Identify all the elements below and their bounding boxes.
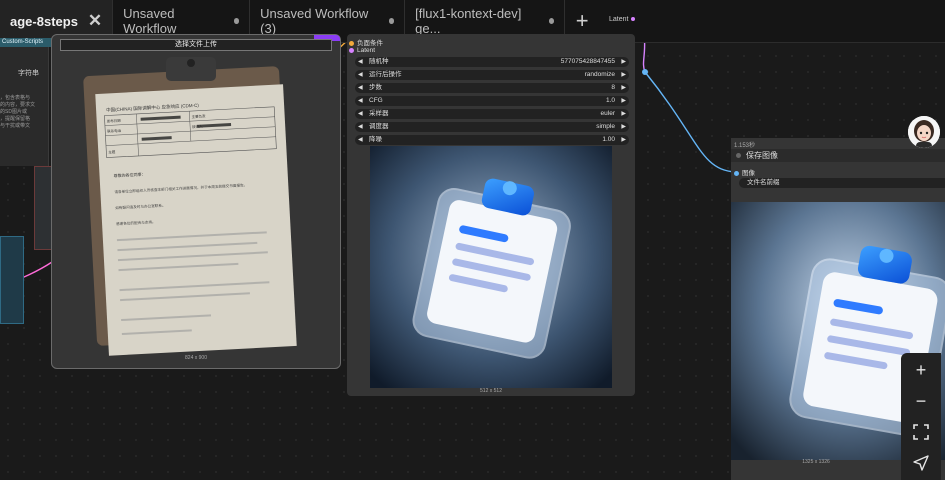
image-size-caption: 824 x 900	[185, 355, 207, 361]
decrement-arrow-icon[interactable]: ◀	[358, 135, 363, 145]
latent-output-label: Latent	[609, 16, 636, 23]
unsaved-dot-icon	[233, 18, 240, 24]
doc-row-label: 主要负责	[191, 113, 206, 119]
doc-row-label: 主题	[108, 149, 116, 154]
decrement-arrow-icon[interactable]: ◀	[358, 57, 363, 67]
text-node-partial[interactable]: Custom-Scripts 字符串 ，包含表格与 的内容，要求文 的SD图片或…	[0, 38, 58, 166]
doc-row-label: 联系电话	[107, 128, 122, 134]
prompt-line: 的内容，要求文	[0, 102, 36, 108]
input-latent[interactable]: Latent	[349, 47, 375, 54]
node-title: 保存图像	[746, 151, 778, 160]
latent-output-dot[interactable]	[631, 17, 636, 21]
widget-label: 随机种	[369, 58, 389, 65]
increment-arrow-icon[interactable]: ▶	[621, 83, 626, 93]
increment-arrow-icon[interactable]: ▶	[621, 96, 626, 106]
wire-reroute-dot[interactable]	[642, 69, 648, 75]
zoom-in-button[interactable]: +	[901, 355, 941, 385]
canvas-toolbar: + −	[901, 353, 941, 480]
node-title-bar[interactable]: 保存图像	[731, 149, 945, 162]
increment-arrow-icon[interactable]: ▶	[621, 70, 626, 80]
widget-value: euler	[600, 110, 615, 117]
ksampler-node[interactable]: 负面条件 Latent ◀ 随机种 577075428847455 ▶ ◀ 运行后操作 r…	[347, 34, 635, 396]
user-avatar[interactable]	[908, 116, 940, 148]
close-icon[interactable]: ✕	[88, 11, 102, 31]
unsaved-dot-icon	[548, 18, 555, 24]
denoise-widget[interactable]: ◀ 降噪 1.00 ▶	[355, 135, 629, 145]
locate-button[interactable]	[901, 448, 941, 478]
sampler-name-widget[interactable]: ◀ 采样器 euler ▶	[355, 109, 629, 119]
collapse-dot-icon[interactable]	[736, 153, 741, 159]
decrement-arrow-icon[interactable]: ◀	[358, 70, 363, 80]
widget-value: randomize	[584, 71, 615, 78]
scheduler-widget[interactable]: ◀ 调度器 simple ▶	[355, 122, 629, 132]
input-negative[interactable]: 负面条件	[349, 37, 383, 47]
prompt-line: ，提醒保留格	[0, 116, 31, 122]
prompt-line: 与干扰或带文	[0, 123, 31, 129]
cfg-widget[interactable]: ◀ CFG 1.0 ▶	[355, 96, 629, 106]
input-label: 负面条件	[357, 40, 383, 47]
prompt-line: 的SD图片或	[0, 109, 27, 115]
increment-arrow-icon[interactable]: ▶	[621, 122, 626, 132]
fit-view-icon	[913, 424, 929, 440]
steps-widget[interactable]: ◀ 步数 8 ▶	[355, 83, 629, 93]
fit-view-button[interactable]	[901, 417, 941, 447]
image-size-caption: 512 x 512	[480, 388, 502, 394]
load-image-node[interactable]: 选择文件上传 中国(CHINA) 国际调解中心 应急响应 (CDM-C) 发布日…	[51, 34, 341, 369]
decrement-arrow-icon[interactable]: ◀	[358, 83, 363, 93]
tab-label: age-8steps	[10, 13, 78, 29]
tab-label: [flux1-kontext-dev] ge...	[415, 6, 522, 36]
node-header: Custom-Scripts	[0, 38, 58, 47]
node-partial-blue[interactable]	[0, 236, 24, 324]
wire-image	[644, 71, 737, 173]
doc-row-label: 发布日期	[107, 118, 122, 124]
document-preview: 中国(CHINA) 国际调解中心 应急响应 (CDM-C) 发布日期 主要负责 …	[83, 57, 297, 356]
input-image[interactable]: 图像	[734, 167, 755, 177]
widget-label: 调度器	[369, 123, 389, 130]
input-label: 图像	[742, 170, 755, 177]
input-label: Latent	[357, 47, 376, 54]
widget-value: 1.0	[605, 97, 615, 104]
prompt-line: ，包含表格与	[0, 95, 31, 101]
node-partial[interactable]	[34, 166, 52, 250]
decrement-arrow-icon[interactable]: ◀	[358, 96, 363, 106]
prompt-text[interactable]: ，包含表格与 的内容，要求文 的SD图片或 ，提醒保留格 与干扰或带文	[0, 95, 48, 130]
navigate-icon	[913, 455, 929, 471]
string-field-label: 字符串	[18, 70, 39, 77]
input-dot[interactable]	[734, 170, 739, 176]
widget-label: 步数	[369, 84, 382, 91]
widget-value: 577075428847455	[560, 58, 615, 65]
unsaved-dot-icon	[388, 18, 395, 24]
clip-hole	[187, 59, 195, 67]
widget-label: 运行后操作	[369, 71, 402, 78]
execution-time: 1.153秒	[734, 143, 756, 149]
seed-widget[interactable]: ◀ 随机种 577075428847455 ▶	[355, 57, 629, 67]
decrement-arrow-icon[interactable]: ◀	[358, 109, 363, 119]
input-dot[interactable]	[349, 47, 354, 53]
widget-label: 采样器	[369, 110, 389, 117]
widget-value: 8	[611, 84, 615, 91]
widget-label: 降噪	[369, 136, 382, 143]
sampler-preview-image	[370, 146, 612, 388]
widget-label: CFG	[369, 97, 383, 104]
decrement-arrow-icon[interactable]: ◀	[358, 122, 363, 132]
increment-arrow-icon[interactable]: ▶	[621, 109, 626, 119]
latent-label-text: Latent	[609, 16, 629, 23]
avatar-icon	[908, 116, 940, 148]
control-after-generate-widget[interactable]: ◀ 运行后操作 randomize ▶	[355, 70, 629, 80]
zoom-out-button[interactable]: −	[901, 386, 941, 416]
tab-label: Unsaved Workflow	[123, 6, 177, 36]
tab-label: Unsaved Workflow (3)	[260, 6, 369, 36]
widget-value: 1.00	[602, 136, 615, 143]
input-dot[interactable]	[349, 40, 354, 46]
increment-arrow-icon[interactable]: ▶	[621, 57, 626, 67]
image-size-caption: 1325 x 1326	[802, 459, 830, 465]
widget-value: simple	[596, 123, 615, 130]
filename-prefix-field[interactable]: 文件名前缀	[739, 178, 945, 188]
increment-arrow-icon[interactable]: ▶	[621, 135, 626, 145]
